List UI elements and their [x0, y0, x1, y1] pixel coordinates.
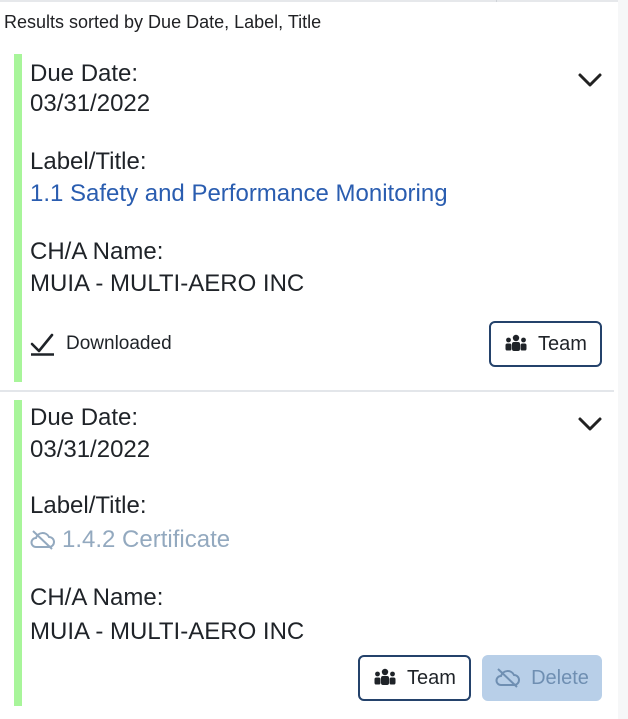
cloud-off-icon — [495, 668, 521, 688]
label-title-label: Label/Title: — [30, 148, 147, 175]
cha-name-value: MUIA - MULTI-AERO INC — [30, 270, 305, 297]
label-title-text: 1.4.2 Certificate — [62, 526, 231, 553]
due-date-label: Due Date: — [30, 60, 139, 87]
label-title-label: Label/Title: — [30, 492, 147, 519]
card-divider — [0, 390, 614, 392]
due-date-label: Due Date: — [30, 404, 139, 431]
result-card-1: Due Date: 03/31/2022 Label/Title: 1.1 Sa… — [0, 54, 618, 382]
cha-name-value: MUIA - MULTI-AERO INC — [30, 618, 305, 645]
team-icon — [374, 668, 396, 685]
download-status: Downloaded — [30, 332, 172, 356]
result-card-2: Due Date: 03/31/2022 Label/Title: 1.4.2 … — [0, 400, 618, 706]
checkmark-icon — [30, 333, 54, 356]
cha-name-label: CH/A Name: — [30, 238, 164, 265]
team-button-label: Team — [407, 666, 456, 689]
sort-summary: Results sorted by Due Date, Label, Title — [4, 12, 322, 32]
chevron-down-icon[interactable] — [576, 414, 604, 434]
delete-button[interactable]: Delete — [482, 655, 602, 701]
cha-name-label: CH/A Name: — [30, 584, 164, 611]
label-title-link[interactable]: 1.4.2 Certificate — [30, 526, 230, 554]
status-accent-bar — [14, 54, 22, 382]
team-button[interactable]: Team — [489, 321, 602, 367]
top-border — [0, 0, 628, 2]
delete-button-label: Delete — [531, 666, 589, 689]
due-date-value: 03/31/2022 — [30, 90, 151, 117]
team-button-label: Team — [538, 332, 587, 355]
download-status-label: Downloaded — [66, 333, 172, 354]
cloud-off-icon — [30, 530, 55, 550]
chevron-down-icon[interactable] — [576, 70, 604, 90]
top-divider-tick — [496, 0, 497, 2]
status-accent-bar — [14, 400, 22, 706]
scrollbar-track[interactable] — [618, 0, 628, 719]
due-date-value: 03/31/2022 — [30, 436, 151, 463]
label-title-link[interactable]: 1.1 Safety and Performance Monitoring — [30, 180, 448, 208]
team-button[interactable]: Team — [358, 655, 471, 701]
team-icon — [505, 334, 527, 351]
